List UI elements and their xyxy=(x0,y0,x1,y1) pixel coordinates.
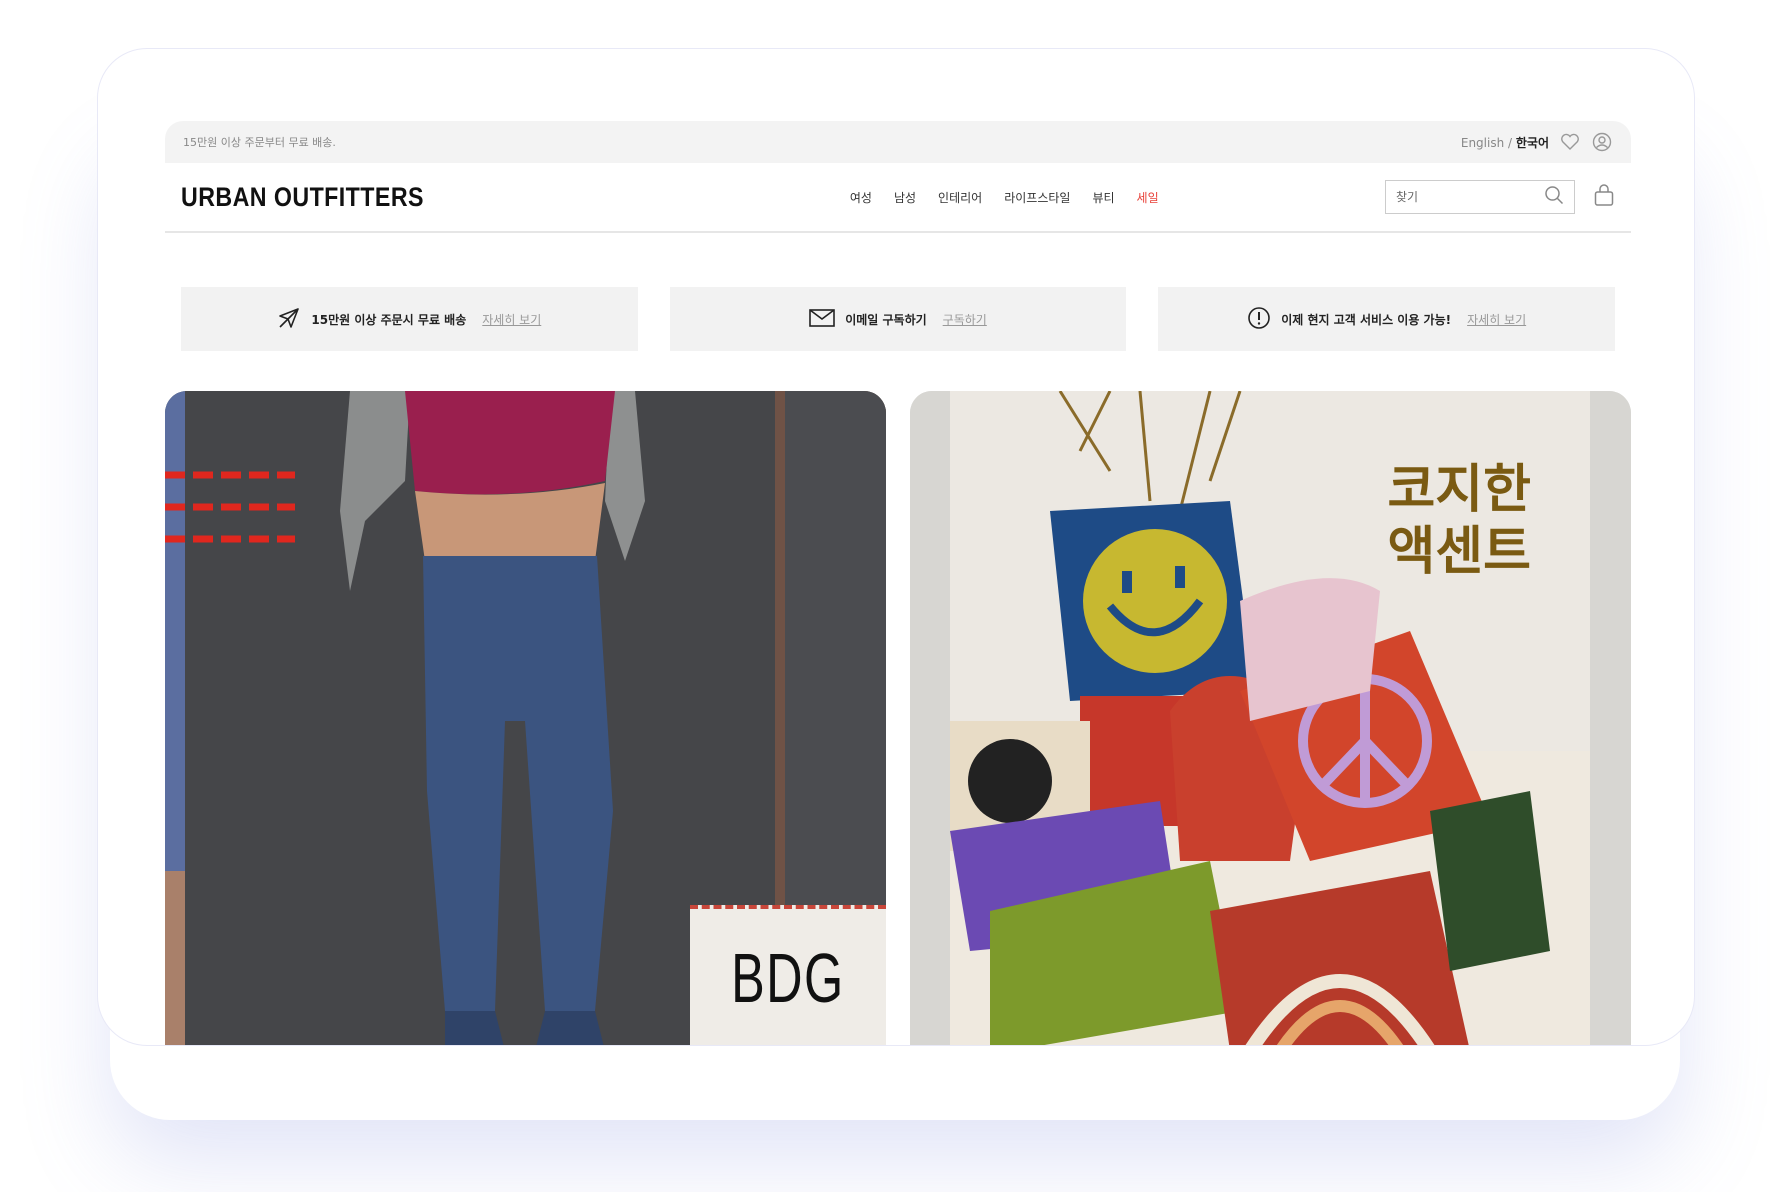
nav-men[interactable]: 남성 xyxy=(894,189,916,206)
nav-women[interactable]: 여성 xyxy=(850,189,872,206)
lang-korean[interactable]: 한국어 xyxy=(1516,136,1549,150)
info-newsletter-text: 이메일 구독하기 xyxy=(845,312,927,327)
nav-interior[interactable]: 인테리어 xyxy=(938,189,982,206)
plane-icon xyxy=(277,306,301,333)
webpage: 15만원 이상 주문부터 무료 배송. English / 한국어 URBAN … xyxy=(165,121,1631,1045)
banner-bdg[interactable]: BDG xyxy=(165,391,886,1045)
main-header: URBAN OUTFITTERS 여성 남성 인테리어 라이프스타일 뷰티 세일 xyxy=(165,163,1631,233)
info-free-shipping-text: 15만원 이상 주문시 무료 배송 xyxy=(311,312,467,327)
info-free-shipping-link[interactable]: 자세히 보기 xyxy=(482,311,541,328)
nav-lifestyle[interactable]: 라이프스타일 xyxy=(1004,189,1070,206)
alert-icon xyxy=(1247,306,1271,333)
info-strip: 15만원 이상 주문시 무료 배송 자세히 보기 이메일 구독하기 구독하기 이… xyxy=(165,287,1631,351)
bdg-label-tag: BDG xyxy=(690,905,886,1045)
cart-bag-icon[interactable] xyxy=(1593,183,1615,211)
info-customer-service-text: 이제 현지 고객 서비스 이용 가능! xyxy=(1281,312,1452,327)
nav-beauty[interactable]: 뷰티 xyxy=(1092,189,1114,206)
language-switcher[interactable]: English / 한국어 xyxy=(1461,134,1549,151)
info-newsletter-link[interactable]: 구독하기 xyxy=(943,311,987,328)
search-box xyxy=(1385,180,1575,214)
envelope-icon xyxy=(809,308,835,330)
info-newsletter: 이메일 구독하기 구독하기 xyxy=(669,287,1127,351)
brand-logo[interactable]: URBAN OUTFITTERS xyxy=(181,182,424,213)
heart-icon[interactable] xyxy=(1559,131,1581,153)
search-icon[interactable] xyxy=(1544,185,1564,209)
hero-banners: BDG 코지한 액센트 xyxy=(165,391,1631,1045)
account-icon[interactable] xyxy=(1591,131,1613,153)
search-input[interactable] xyxy=(1396,190,1536,204)
bdg-label-text: BDG xyxy=(731,939,845,1017)
cozy-title-line2: 액센트 xyxy=(1387,522,1531,583)
device-frame: 15만원 이상 주문부터 무료 배송. English / 한국어 URBAN … xyxy=(97,48,1695,1046)
utility-right: English / 한국어 xyxy=(1461,131,1613,153)
info-customer-service: 이제 현지 고객 서비스 이용 가능! 자세히 보기 xyxy=(1158,287,1616,351)
main-nav: 여성 남성 인테리어 라이프스타일 뷰티 세일 xyxy=(850,189,1159,206)
info-customer-service-link[interactable]: 자세히 보기 xyxy=(1467,311,1526,328)
shipping-promo-text: 15만원 이상 주문부터 무료 배송. xyxy=(183,136,336,149)
lang-english[interactable]: English / xyxy=(1461,136,1512,150)
cozy-accents-title: 코지한 액센트 xyxy=(1387,459,1531,584)
info-free-shipping: 15만원 이상 주문시 무료 배송 자세히 보기 xyxy=(181,287,638,351)
header-actions xyxy=(1385,180,1615,214)
utility-bar: 15만원 이상 주문부터 무료 배송. English / 한국어 xyxy=(165,121,1631,163)
cozy-title-line1: 코지한 xyxy=(1387,460,1531,520)
nav-sale[interactable]: 세일 xyxy=(1137,189,1159,206)
banner-cozy-accents[interactable]: 코지한 액센트 xyxy=(910,391,1631,1045)
